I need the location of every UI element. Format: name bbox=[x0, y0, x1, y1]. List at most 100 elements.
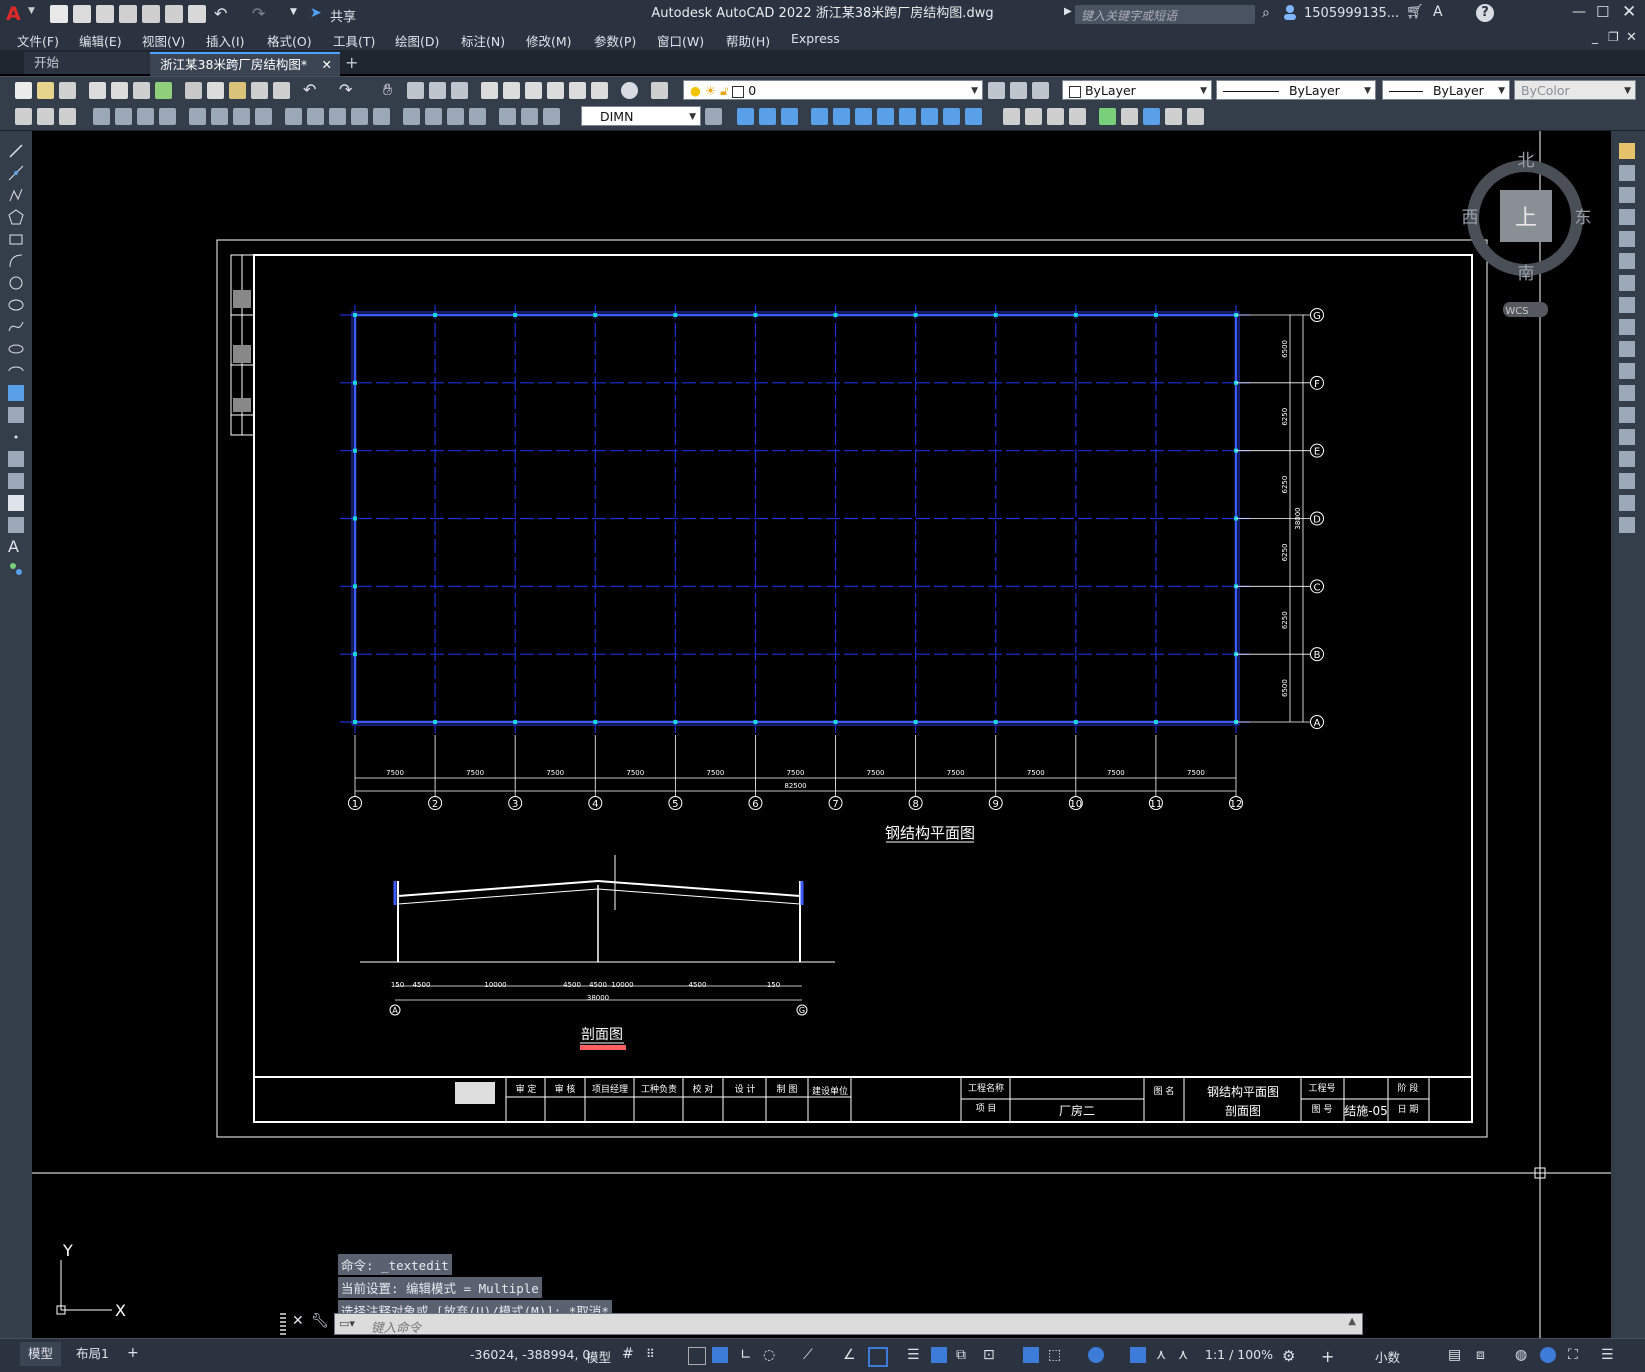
cut-icon[interactable] bbox=[185, 82, 202, 99]
dim-edit-icon[interactable] bbox=[499, 108, 516, 125]
tab-active-drawing[interactable]: 浙江某38米跨厂房结构图* ✕ bbox=[150, 52, 340, 76]
explode-panel-icon[interactable] bbox=[1619, 517, 1635, 533]
menu-modify[interactable]: 修改(M) bbox=[526, 31, 572, 50]
dim-baseline-icon[interactable] bbox=[307, 108, 324, 125]
qnew-icon[interactable] bbox=[15, 82, 32, 99]
layer-previous-icon[interactable] bbox=[1010, 82, 1027, 99]
menu-edit[interactable]: 编辑(E) bbox=[79, 31, 122, 50]
mtext-icon[interactable]: A bbox=[8, 537, 24, 556]
block-editor-icon[interactable] bbox=[273, 82, 290, 99]
make-block-icon[interactable] bbox=[8, 407, 24, 423]
point-icon[interactable] bbox=[8, 429, 24, 445]
copy-icon[interactable] bbox=[207, 82, 224, 99]
fillet-icon[interactable] bbox=[1025, 108, 1042, 125]
join-icon[interactable] bbox=[1069, 108, 1086, 125]
zoom-previous-icon[interactable] bbox=[451, 82, 468, 99]
line-icon[interactable] bbox=[8, 143, 24, 159]
offset-panel-icon[interactable] bbox=[1619, 209, 1635, 225]
command-close-icon[interactable]: ✕ bbox=[292, 1313, 304, 1329]
explode-icon[interactable] bbox=[1047, 108, 1064, 125]
pan-icon[interactable]: ✋︎ bbox=[383, 80, 392, 100]
fillet-panel-icon[interactable] bbox=[1619, 473, 1635, 489]
stretch-panel-icon[interactable] bbox=[1619, 319, 1635, 335]
object-snap-tracking-icon[interactable]: ⟋ bbox=[803, 1347, 819, 1363]
inspect-icon[interactable] bbox=[447, 108, 464, 125]
dim-text-edit-icon[interactable] bbox=[521, 108, 538, 125]
trim-icon[interactable] bbox=[921, 108, 938, 125]
linetype-dropdown[interactable]: ByLayer ▼ bbox=[1216, 80, 1376, 100]
table-icon[interactable] bbox=[8, 517, 24, 533]
break-icon[interactable] bbox=[965, 108, 982, 125]
drawing-canvas[interactable]: 1 2 3 4 5 6 7 8 9 10 11 127500 7500 7500 7500 7500 7500 7… bbox=[32, 131, 1611, 1338]
quick-props-icon[interactable]: ▤ bbox=[1448, 1347, 1464, 1363]
command-input[interactable]: ▭▾ 键入命令 ▲ bbox=[334, 1313, 1363, 1335]
add-layout-button[interactable]: + bbox=[127, 1345, 139, 1361]
layer-tool-1-icon[interactable] bbox=[15, 108, 32, 125]
dim-style-icon[interactable] bbox=[705, 108, 722, 125]
isolate-objects-icon[interactable]: ◍ bbox=[1515, 1347, 1531, 1363]
help-toolbar-icon[interactable] bbox=[621, 82, 638, 99]
break-panel-icon[interactable] bbox=[1619, 407, 1635, 423]
offset-icon[interactable] bbox=[781, 108, 798, 125]
tool-palettes-icon[interactable] bbox=[525, 82, 542, 99]
open-file-icon[interactable] bbox=[73, 5, 91, 23]
help-icon[interactable]: ? bbox=[1476, 4, 1494, 22]
match-prop-icon[interactable] bbox=[251, 82, 268, 99]
coordinates-readout[interactable]: -36024, -388994, 0 bbox=[470, 1347, 590, 1362]
doc-minimize-icon[interactable]: _ bbox=[1592, 30, 1598, 44]
add-selected-icon[interactable] bbox=[8, 561, 24, 577]
dwf-icon[interactable] bbox=[155, 82, 172, 99]
customization-icon[interactable]: ☰ bbox=[1601, 1347, 1617, 1363]
close-button[interactable]: ✕ bbox=[1622, 2, 1636, 22]
quick-dim-icon[interactable] bbox=[285, 108, 302, 125]
blend-panel-icon[interactable] bbox=[1619, 495, 1635, 511]
lineweight-dropdown[interactable]: ByLayer ▼ bbox=[1382, 80, 1510, 100]
annotation-scale-value[interactable]: 1:1 / 100% bbox=[1205, 1347, 1273, 1362]
minimize-button[interactable]: — bbox=[1572, 4, 1586, 20]
lengthen-icon[interactable] bbox=[1187, 108, 1204, 125]
insert-block-icon[interactable] bbox=[8, 385, 24, 401]
construction-line-icon[interactable] bbox=[8, 165, 24, 181]
viewcube[interactable]: 上 北 南 西 东 WCS bbox=[1462, 151, 1592, 317]
circle-icon[interactable] bbox=[8, 275, 24, 291]
dim-linear-icon[interactable] bbox=[93, 108, 110, 125]
annotation-monitor-icon[interactable] bbox=[1023, 1347, 1039, 1363]
app-menu-arrow-icon[interactable]: ▼ bbox=[28, 6, 35, 16]
ortho-icon[interactable] bbox=[712, 1347, 728, 1363]
autodesk-a360-icon[interactable]: A bbox=[1433, 4, 1443, 20]
scale-icon[interactable] bbox=[877, 108, 894, 125]
trim-panel-icon[interactable] bbox=[1619, 341, 1635, 357]
expand-arrow-icon[interactable]: ▶ bbox=[1064, 6, 1072, 17]
open-icon[interactable] bbox=[37, 82, 54, 99]
join-panel-icon[interactable] bbox=[1619, 429, 1635, 445]
user-icon[interactable] bbox=[1283, 4, 1297, 20]
paste-icon[interactable] bbox=[229, 82, 246, 99]
menu-express[interactable]: Express bbox=[791, 31, 840, 46]
layer-dropdown[interactable]: ● ☀︎ 🔓︎ 0 ▼ bbox=[683, 80, 983, 100]
layer-tool-2-icon[interactable] bbox=[37, 108, 54, 125]
lineweight-icon[interactable]: ☰ bbox=[907, 1347, 923, 1363]
web-mobile-icon[interactable] bbox=[142, 5, 160, 23]
gradient-icon[interactable] bbox=[8, 473, 24, 489]
dynamic-ucs-icon[interactable]: ⧉ bbox=[956, 1347, 972, 1363]
stretch-icon[interactable] bbox=[899, 108, 916, 125]
center-mark-icon[interactable] bbox=[425, 108, 442, 125]
ellipse-icon[interactable] bbox=[8, 341, 24, 357]
dim-ordinate-icon[interactable] bbox=[159, 108, 176, 125]
calculator-icon[interactable] bbox=[591, 82, 608, 99]
annotation-scale-icon[interactable]: ⋏ bbox=[1178, 1347, 1194, 1363]
chamfer-panel-icon[interactable] bbox=[1619, 451, 1635, 467]
command-history-toggle-icon[interactable]: ▲ bbox=[1348, 1316, 1356, 1327]
break-point-icon[interactable] bbox=[1619, 385, 1635, 401]
polar-icon[interactable]: ∟ bbox=[740, 1347, 756, 1363]
save-icon[interactable] bbox=[96, 5, 114, 23]
dim-arc-icon[interactable] bbox=[137, 108, 154, 125]
layer-state-icon[interactable] bbox=[1032, 82, 1049, 99]
chamfer-icon[interactable] bbox=[1003, 108, 1020, 125]
layer-properties-icon[interactable] bbox=[651, 82, 668, 99]
polygon-icon[interactable] bbox=[8, 209, 24, 225]
autocad-logo-icon[interactable]: A bbox=[6, 3, 28, 25]
mirror-panel-icon[interactable] bbox=[1619, 187, 1635, 203]
group-icon[interactable] bbox=[1143, 108, 1160, 125]
menu-tools[interactable]: 工具(T) bbox=[333, 31, 375, 50]
